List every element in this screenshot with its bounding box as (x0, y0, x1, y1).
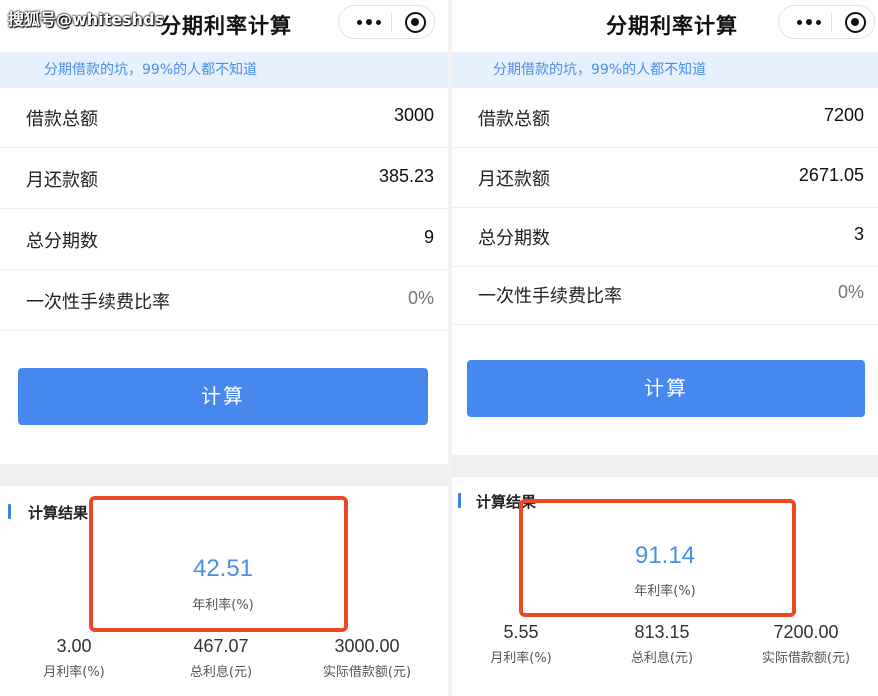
stat-caption: 总利息(元) (630, 651, 694, 666)
fee-rate-input[interactable] (234, 288, 434, 309)
more-dots-icon[interactable] (351, 6, 387, 38)
annual-rate-caption: 年利率(%) (634, 584, 696, 599)
close-target-icon[interactable] (405, 12, 426, 33)
field-label: 一次性手续费比率 (26, 292, 170, 313)
field-label: 借款总额 (26, 109, 98, 130)
field-monthly-payment[interactable]: 月还款额 (0, 149, 448, 209)
result-section-title: 计算结果 (458, 491, 537, 512)
calculate-button[interactable]: 计算 (467, 360, 865, 417)
notice-banner[interactable]: 分期借款的坑，99%的人都不知道 (0, 52, 448, 88)
loan-total-input[interactable] (234, 105, 434, 126)
capsule-divider (831, 13, 832, 32)
stat-actual-loan: 3000.00 实际借款额(元) (302, 636, 432, 680)
section-divider (0, 464, 448, 486)
stat-value: 813.15 (634, 622, 690, 642)
result-title-text: 计算结果 (476, 493, 537, 511)
page-title: 分期利率计算 (160, 14, 292, 38)
field-label: 一次性手续费比率 (478, 286, 622, 307)
notice-banner[interactable]: 分期借款的坑，99%的人都不知道 (452, 52, 878, 88)
nav-header: 分期利率计算 (452, 0, 878, 50)
monthly-payment-input[interactable] (234, 166, 434, 187)
stat-caption: 实际借款额(元) (761, 651, 851, 666)
section-marker (458, 493, 461, 508)
mini-program-capsule (778, 5, 875, 39)
field-fee-rate[interactable]: 一次性手续费比率 (0, 271, 448, 331)
stat-monthly-rate: 3.00 月利率(%) (9, 636, 139, 680)
monthly-payment-input[interactable] (664, 165, 864, 186)
stat-total-interest: 467.07 总利息(元) (156, 636, 286, 680)
stat-value: 5.55 (503, 622, 539, 642)
field-installments[interactable]: 总分期数 (452, 207, 878, 267)
screen-right: 分期利率计算 分期借款的坑，99%的人都不知道 借款总额 月还款额 总分期数 一… (452, 0, 878, 696)
stat-actual-loan: 7200.00 实际借款额(元) (741, 622, 871, 666)
close-target-icon[interactable] (845, 12, 866, 33)
watermark: 搜狐号@whiteshds (8, 10, 165, 29)
result-section-title: 计算结果 (8, 502, 89, 523)
section-divider (452, 455, 878, 477)
field-installments[interactable]: 总分期数 (0, 210, 448, 270)
stat-caption: 实际借款额(元) (322, 665, 412, 680)
field-label: 借款总额 (478, 109, 550, 130)
annual-rate-caption: 年利率(%) (192, 598, 254, 613)
field-loan-total[interactable]: 借款总额 (452, 88, 878, 148)
annual-rate-value: 42.51 (192, 555, 254, 582)
capsule-divider (391, 13, 392, 32)
stat-value: 7200.00 (773, 622, 839, 642)
stat-value: 3000.00 (334, 636, 400, 656)
field-loan-total[interactable]: 借款总额 (0, 88, 448, 148)
more-dots-icon[interactable] (791, 6, 827, 38)
field-label: 总分期数 (478, 228, 550, 249)
field-fee-rate[interactable]: 一次性手续费比率 (452, 265, 878, 325)
stat-caption: 总利息(元) (189, 665, 253, 680)
field-monthly-payment[interactable]: 月还款额 (452, 148, 878, 208)
result-title-text: 计算结果 (28, 504, 89, 522)
screen-left: 分期利率计算 搜狐号@whiteshds 分期借款的坑，99%的人都不知道 借款… (0, 0, 448, 696)
stat-caption: 月利率(%) (43, 665, 105, 680)
fee-rate-input[interactable] (664, 282, 864, 303)
calculate-button[interactable]: 计算 (18, 368, 428, 425)
annual-rate-value: 91.14 (634, 542, 696, 569)
stat-value: 467.07 (193, 636, 249, 656)
field-label: 月还款额 (478, 169, 550, 190)
field-label: 总分期数 (26, 231, 98, 252)
stat-total-interest: 813.15 总利息(元) (597, 622, 727, 666)
installments-input[interactable] (664, 224, 864, 245)
stat-value: 3.00 (56, 636, 92, 656)
loan-total-input[interactable] (664, 105, 864, 126)
page-title: 分期利率计算 (606, 14, 738, 38)
installments-input[interactable] (234, 227, 434, 248)
stat-caption: 月利率(%) (490, 651, 552, 666)
mini-program-capsule (338, 5, 435, 39)
stat-monthly-rate: 5.55 月利率(%) (456, 622, 586, 666)
field-label: 月还款额 (26, 170, 98, 191)
section-marker (8, 504, 11, 519)
